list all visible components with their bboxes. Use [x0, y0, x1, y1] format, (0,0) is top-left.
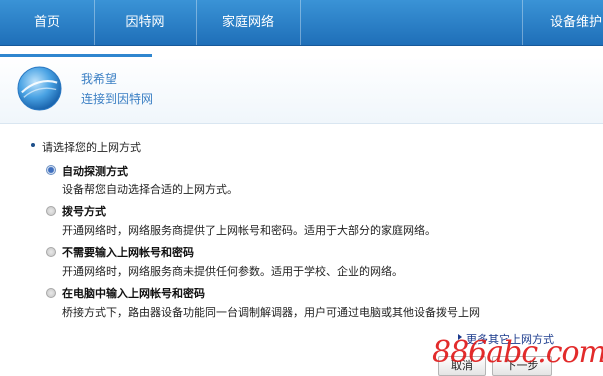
radio-dialup[interactable]	[46, 206, 56, 216]
page-subtitle: 连接到因特网	[81, 92, 154, 106]
option-desc-no-account: 开通网络时，网络服务商未提供任何参数。适用于学校、企业的网络。	[62, 265, 403, 278]
bullet-icon	[31, 143, 35, 147]
nav-internet[interactable]: 因特网	[94, 0, 197, 45]
option-desc-auto-detect: 设备帮您自动选择合适的上网方式。	[62, 183, 238, 196]
option-desc-dialup: 开通网络时，网络服务商提供了上网帐号和密码。适用于大部分的家庭网络。	[62, 224, 436, 237]
nav-device-maintenance[interactable]: 设备维护	[522, 0, 603, 45]
page-header: 我希望 连接到因特网	[0, 57, 603, 124]
watermark: 886abc.com	[432, 335, 603, 370]
nav-home-network[interactable]: 家庭网络	[196, 0, 301, 45]
option-title-dialup: 拨号方式	[62, 205, 106, 218]
radio-auto-detect[interactable]	[46, 165, 56, 175]
option-title-auto-detect: 自动探测方式	[62, 165, 128, 178]
section-title: 请选择您的上网方式	[42, 141, 141, 154]
globe-icon	[17, 66, 62, 111]
option-title-pc-dial: 在电脑中输入上网帐号和密码	[62, 287, 205, 300]
top-navigation-bar: 首页 因特网 家庭网络 设备维护	[0, 0, 603, 46]
option-desc-pc-dial: 桥接方式下，路由器设备功能同一台调制解调器，用户可通过电脑或其他设备拨号上网	[62, 306, 480, 319]
radio-pc-dial[interactable]	[46, 288, 56, 298]
radio-no-account[interactable]	[46, 247, 56, 257]
nav-home[interactable]: 首页	[0, 0, 95, 45]
page-title: 我希望	[81, 72, 118, 86]
option-title-no-account: 不需要输入上网帐号和密码	[62, 246, 194, 259]
